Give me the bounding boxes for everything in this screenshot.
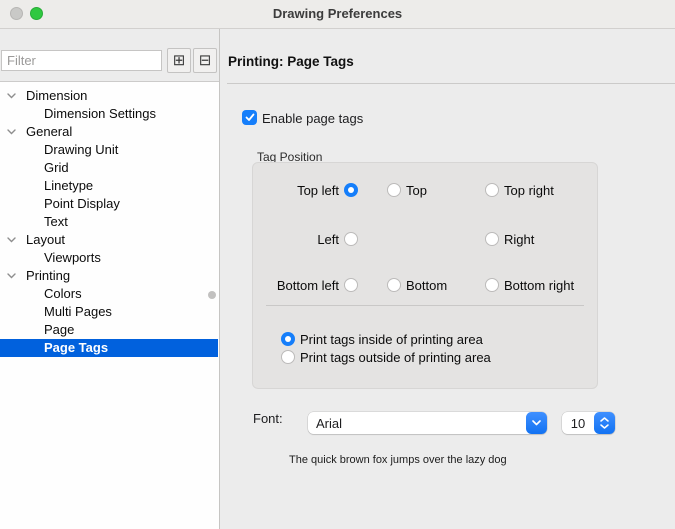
tree-item-dimension-settings[interactable]: Dimension Settings <box>0 105 218 123</box>
tree-item-label: Drawing Unit <box>44 142 118 157</box>
chevron-down-icon <box>532 420 541 426</box>
font-family-dropdown[interactable]: Arial <box>308 412 547 434</box>
tree-item-label: Linetype <box>44 178 93 193</box>
radio-icon <box>344 278 358 292</box>
font-size-stepper[interactable]: 10 <box>562 412 615 434</box>
radio-top[interactable]: Top <box>387 182 427 198</box>
checkmark-icon <box>245 113 255 122</box>
chevron-up-icon <box>600 417 609 422</box>
radio-print-inside[interactable]: Print tags inside of printing area <box>281 331 483 347</box>
dropdown-cap <box>526 412 547 434</box>
header-divider <box>227 83 675 84</box>
tree-item-label: Colors <box>44 286 82 301</box>
radio-bottom-right[interactable]: Bottom right <box>485 277 574 293</box>
tree-item-label: Viewports <box>44 250 101 265</box>
radio-bottom-left[interactable]: Bottom left <box>253 277 358 293</box>
tree-item-colors[interactable]: Colors <box>0 285 218 303</box>
stepper-cap <box>594 412 615 434</box>
splitter-handle[interactable] <box>208 291 216 299</box>
radio-icon <box>387 278 401 292</box>
settings-tree-panel: Dimension Dimension Settings General Dra… <box>0 81 219 529</box>
tree-item-general[interactable]: General <box>0 123 218 141</box>
radio-label: Right <box>504 232 534 247</box>
radio-label: Print tags outside of printing area <box>300 350 491 365</box>
radio-icon <box>485 278 499 292</box>
radio-icon <box>485 232 499 246</box>
enable-page-tags-label: Enable page tags <box>262 111 363 126</box>
tree-item-label: Point Display <box>44 196 120 211</box>
chevron-down-icon[interactable] <box>7 129 16 135</box>
radio-label: Bottom <box>406 278 447 293</box>
tree-item-label: Layout <box>26 232 65 247</box>
radio-label: Top left <box>297 183 339 198</box>
tree-item-label: Printing <box>26 268 70 283</box>
tree-item-label: Dimension Settings <box>44 106 156 121</box>
collapse-all-icon: ⊟ <box>199 53 212 68</box>
radio-left[interactable]: Left <box>253 231 358 247</box>
radio-icon <box>344 232 358 246</box>
font-preview-text: The quick brown fox jumps over the lazy … <box>289 454 507 466</box>
radio-label: Top right <box>504 183 554 198</box>
tree-item-page[interactable]: Page <box>0 321 218 339</box>
collapse-all-button[interactable]: ⊟ <box>193 48 217 73</box>
tree-item-label: Page Tags <box>44 340 108 355</box>
radio-label: Left <box>317 232 339 247</box>
chevron-down-icon[interactable] <box>7 93 16 99</box>
tree-item-text[interactable]: Text <box>0 213 218 231</box>
tree-item-drawing-unit[interactable]: Drawing Unit <box>0 141 218 159</box>
font-size-value: 10 <box>562 416 594 431</box>
expand-all-button[interactable]: ⊞ <box>167 48 191 73</box>
radio-label: Bottom right <box>504 278 574 293</box>
chevron-down-icon <box>600 424 609 429</box>
radio-icon <box>344 183 358 197</box>
radio-icon <box>485 183 499 197</box>
tree-item-label: Multi Pages <box>44 304 112 319</box>
radio-top-right[interactable]: Top right <box>485 182 554 198</box>
radio-icon <box>281 350 295 364</box>
chevron-down-icon[interactable] <box>7 273 16 279</box>
page-title: Printing: Page Tags <box>228 54 354 69</box>
tree-item-label: Page <box>44 322 74 337</box>
tree-item-linetype[interactable]: Linetype <box>0 177 218 195</box>
tree-item-label: Text <box>44 214 68 229</box>
title-bar: Drawing Preferences <box>0 0 675 29</box>
groupbox-separator <box>266 305 584 306</box>
settings-tree: Dimension Dimension Settings General Dra… <box>0 87 218 357</box>
radio-label: Top <box>406 183 427 198</box>
font-label: Font: <box>253 411 283 426</box>
radio-print-outside[interactable]: Print tags outside of printing area <box>281 349 491 365</box>
tree-item-multi-pages[interactable]: Multi Pages <box>0 303 218 321</box>
radio-bottom[interactable]: Bottom <box>387 277 447 293</box>
tree-item-layout[interactable]: Layout <box>0 231 218 249</box>
radio-label: Print tags inside of printing area <box>300 332 483 347</box>
tree-item-viewports[interactable]: Viewports <box>0 249 218 267</box>
radio-label: Bottom left <box>277 278 339 293</box>
font-family-value: Arial <box>308 416 526 431</box>
enable-page-tags-checkbox[interactable] <box>242 110 257 125</box>
tree-item-page-tags[interactable]: Page Tags <box>0 339 218 357</box>
window-title: Drawing Preferences <box>0 6 675 21</box>
expand-all-icon: ⊞ <box>173 53 186 68</box>
chevron-down-icon[interactable] <box>7 237 16 243</box>
radio-top-left[interactable]: Top left <box>253 182 358 198</box>
tree-item-label: Dimension <box>26 88 87 103</box>
tree-item-label: General <box>26 124 72 139</box>
panel-divider <box>219 29 220 529</box>
tree-item-dimension[interactable]: Dimension <box>0 87 218 105</box>
tag-position-groupbox: Top left Top Top right Left Right Bottom… <box>252 162 598 389</box>
tree-item-printing[interactable]: Printing <box>0 267 218 285</box>
tree-item-point-display[interactable]: Point Display <box>0 195 218 213</box>
tree-item-label: Grid <box>44 160 69 175</box>
radio-right[interactable]: Right <box>485 231 534 247</box>
radio-icon <box>387 183 401 197</box>
filter-input[interactable] <box>1 50 162 71</box>
tree-item-grid[interactable]: Grid <box>0 159 218 177</box>
radio-icon <box>281 332 295 346</box>
